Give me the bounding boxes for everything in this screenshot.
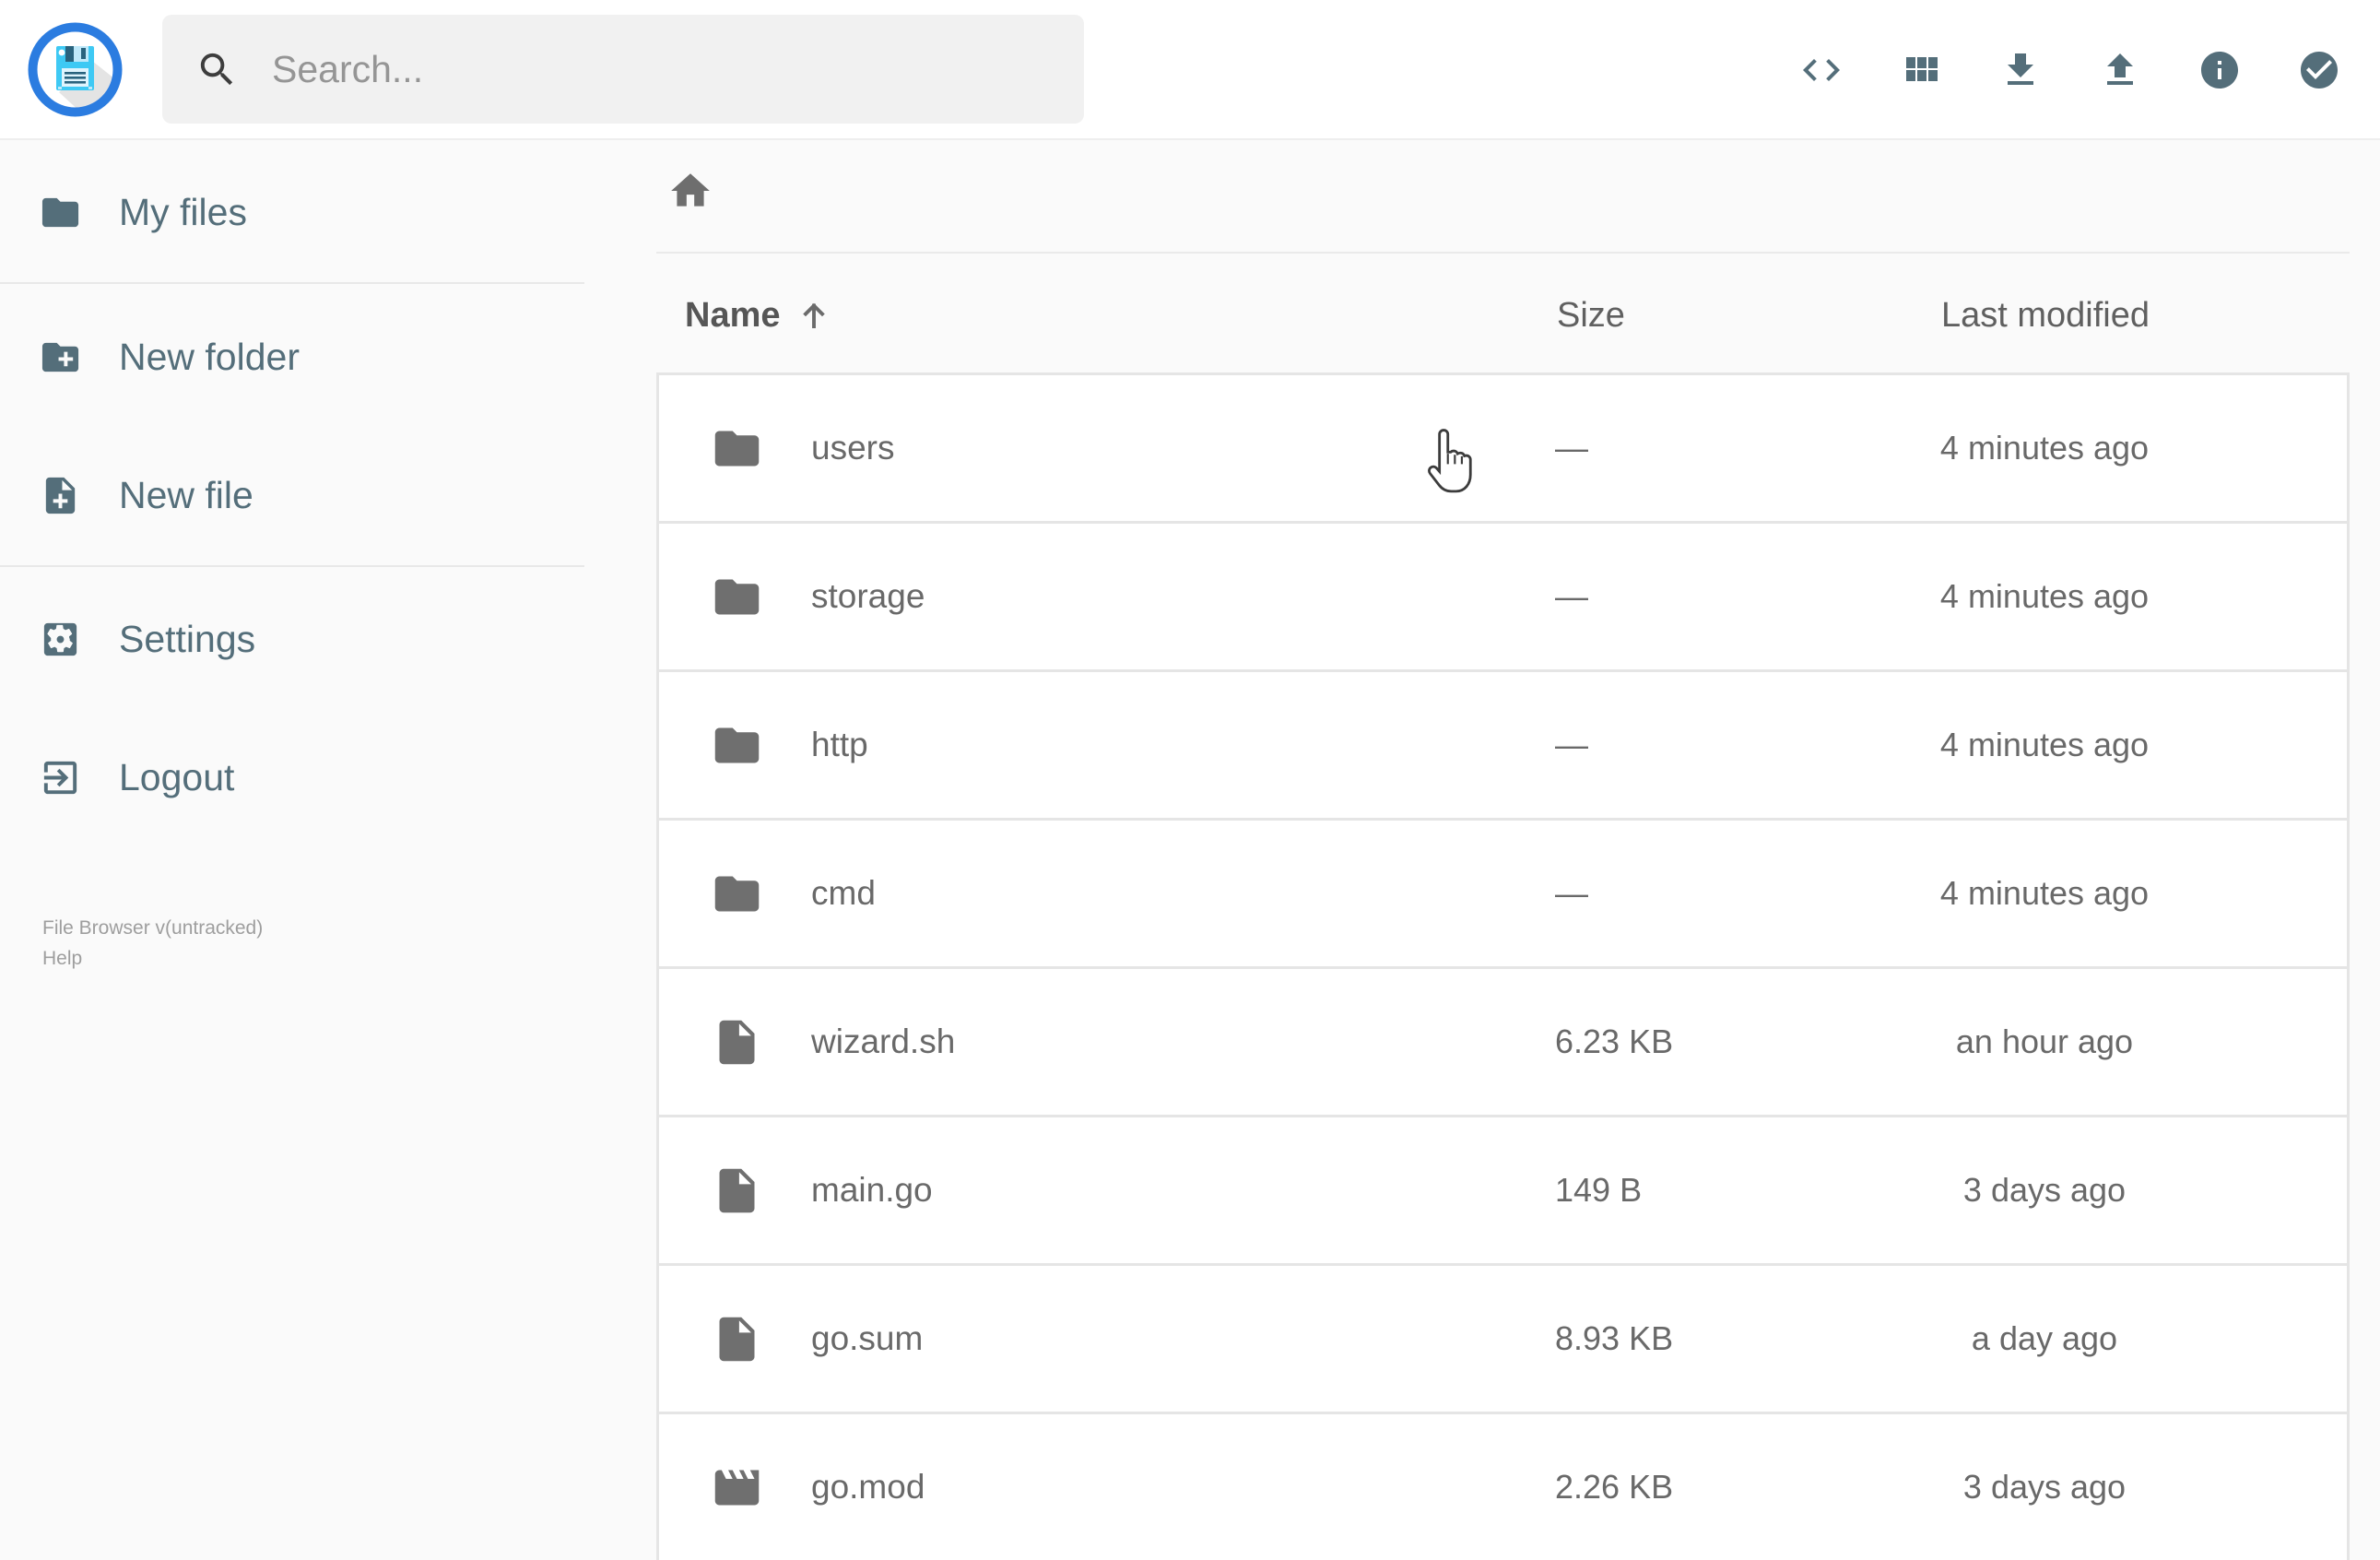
code-icon <box>1803 59 1840 81</box>
download-button[interactable] <box>1998 48 2043 92</box>
sidebar-divider <box>0 565 584 567</box>
folder-icon <box>41 197 79 227</box>
sidebar-divider <box>0 282 584 284</box>
file-name: wizard.sh <box>811 1022 956 1060</box>
sidebar: My files New folder New file Settings Lo… <box>0 140 584 1530</box>
table-row[interactable]: go.mod 2.26 KB 3 days ago <box>659 1412 2347 1560</box>
sort-ascending-icon <box>802 302 825 328</box>
app-version-text: File Browser v(untracked) <box>42 917 264 939</box>
file-name: users <box>811 429 895 467</box>
sidebar-item-label: My files <box>119 190 247 233</box>
code-view-button[interactable] <box>1799 48 1844 92</box>
listing-header: Name Size Last modified <box>659 278 2347 352</box>
file-size: 149 B <box>1555 1171 1643 1209</box>
file-icon <box>719 1317 755 1361</box>
file-icon <box>719 1020 755 1064</box>
file-name: cmd <box>811 874 876 912</box>
upload-button[interactable] <box>2098 48 2142 92</box>
main-content: Name Size Last modified users — 4 minute… <box>584 140 2380 1560</box>
logout-icon <box>43 761 77 794</box>
sidebar-item-new-folder[interactable]: New folder <box>0 288 584 426</box>
file-name: go.sum <box>811 1319 924 1357</box>
breadcrumb-divider <box>656 252 2350 254</box>
file-name: main.go <box>811 1171 933 1209</box>
sidebar-item-label: New file <box>119 473 253 516</box>
grid-view-button[interactable] <box>1899 48 1943 92</box>
file-size: 2.26 KB <box>1555 1468 1674 1506</box>
file-icon <box>719 1168 755 1212</box>
file-name: storage <box>811 577 925 615</box>
file-modified: a day ago <box>1971 1319 2118 1357</box>
folder-icon <box>714 431 760 466</box>
file-size: — <box>1555 429 1588 467</box>
settings-icon <box>43 622 77 656</box>
new-file-icon <box>45 477 76 514</box>
column-header-name[interactable]: Name <box>659 296 1546 336</box>
sidebar-item-my-files[interactable]: My files <box>0 143 584 281</box>
sidebar-credits: File Browser v(untracked) Help <box>42 913 263 974</box>
app-logo[interactable] <box>28 22 123 117</box>
search-bar[interactable] <box>162 15 1084 124</box>
sidebar-item-label: New folder <box>119 335 300 378</box>
floppy-disk-logo-icon <box>28 22 123 117</box>
table-row[interactable]: http — 4 minutes ago <box>659 669 2347 818</box>
select-check-icon <box>2301 52 2338 89</box>
top-bar <box>0 0 2380 140</box>
file-modified: an hour ago <box>1955 1022 2134 1060</box>
folder-icon <box>714 876 760 911</box>
grid-view-icon <box>1906 57 1938 81</box>
file-size: — <box>1555 577 1588 615</box>
table-row[interactable]: storage — 4 minutes ago <box>659 521 2347 669</box>
file-size: — <box>1555 874 1588 912</box>
file-modified: 4 minutes ago <box>1939 577 2150 615</box>
file-modified: 4 minutes ago <box>1939 429 2150 467</box>
home-icon <box>671 173 710 207</box>
file-size: — <box>1555 726 1588 763</box>
folder-icon <box>714 579 760 614</box>
file-modified: 4 minutes ago <box>1939 726 2150 763</box>
info-button[interactable] <box>2197 48 2242 92</box>
table-row[interactable]: wizard.sh 6.23 KB an hour ago <box>659 966 2347 1115</box>
file-browser-app: My files New folder New file Settings <box>0 0 2380 1560</box>
file-size: 6.23 KB <box>1555 1022 1674 1060</box>
table-row[interactable]: users — 4 minutes ago <box>659 372 2347 521</box>
file-name: go.mod <box>811 1468 925 1506</box>
search-icon <box>200 53 233 85</box>
file-modified: 4 minutes ago <box>1939 874 2150 912</box>
upload-icon <box>2107 53 2133 85</box>
table-row[interactable]: cmd — 4 minutes ago <box>659 818 2347 966</box>
file-modified: 3 days ago <box>1962 1171 2127 1209</box>
sidebar-item-label: Logout <box>119 755 235 798</box>
file-listing: users — 4 minutes ago storage — 4 minute… <box>656 372 2350 1560</box>
file-size: 8.93 KB <box>1555 1319 1674 1357</box>
movie-icon <box>714 1470 760 1505</box>
search-input[interactable] <box>272 47 1084 91</box>
breadcrumb-home-button[interactable] <box>664 164 717 218</box>
table-row[interactable]: go.sum 8.93 KB a day ago <box>659 1263 2347 1412</box>
sidebar-item-logout[interactable]: Logout <box>0 708 584 846</box>
sidebar-item-label: Settings <box>119 617 256 660</box>
download-icon <box>2008 53 2033 85</box>
new-folder-icon <box>41 342 79 372</box>
folder-icon <box>714 727 760 762</box>
file-modified: 3 days ago <box>1962 1468 2127 1506</box>
select-multiple-button[interactable] <box>2297 48 2341 92</box>
toolbar-actions <box>1799 0 2341 140</box>
column-header-size[interactable]: Size <box>1546 296 1850 336</box>
file-name: http <box>811 726 868 763</box>
sidebar-item-new-file[interactable]: New file <box>0 426 584 564</box>
help-link[interactable]: Help <box>42 943 263 974</box>
sidebar-item-settings[interactable]: Settings <box>0 570 584 708</box>
column-header-modified[interactable]: Last modified <box>1850 296 2241 336</box>
info-icon <box>2201 52 2238 89</box>
table-row[interactable]: main.go 149 B 3 days ago <box>659 1115 2347 1263</box>
